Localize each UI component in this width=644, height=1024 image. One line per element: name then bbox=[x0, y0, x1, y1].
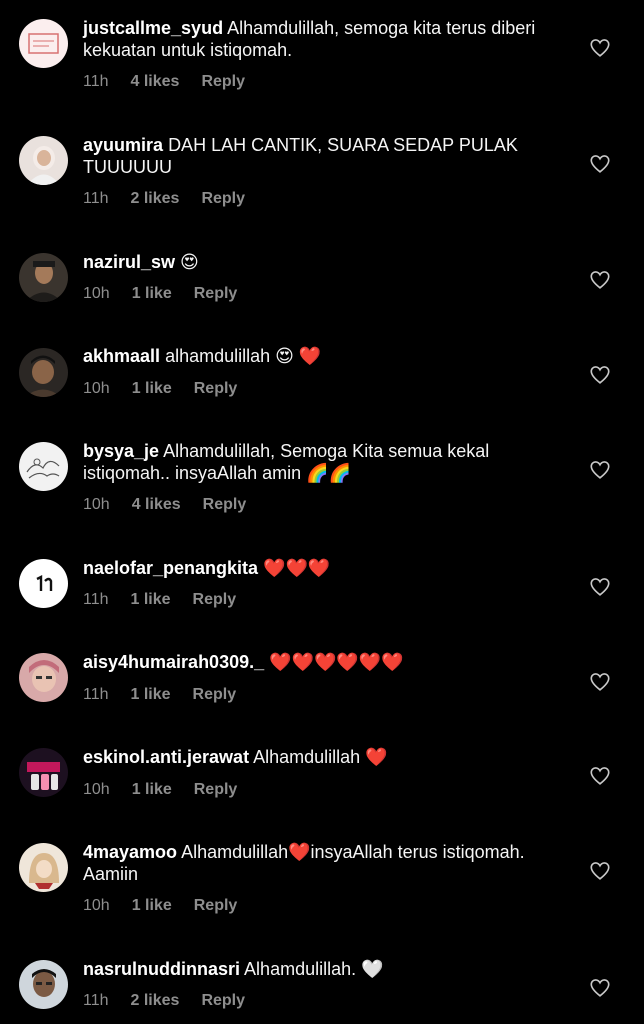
avatar[interactable] bbox=[19, 748, 68, 797]
likes-count[interactable]: 1 like bbox=[132, 897, 172, 914]
avatar[interactable] bbox=[19, 348, 68, 397]
comment-body: Alhamdulillah ❤️ bbox=[253, 747, 388, 767]
reply-button[interactable]: Reply bbox=[201, 992, 245, 1009]
comment-text: 4mayamoo Alhamdulillah❤️insyaAllah terus… bbox=[83, 841, 553, 885]
comment-meta: 11h 1 like Reply bbox=[83, 686, 258, 704]
comment-body: alhamdulillah 😍 ❤️ bbox=[165, 346, 322, 366]
comment-text: naelofar_penangkita ❤️❤️❤️ bbox=[83, 557, 553, 579]
likes-count[interactable]: 1 like bbox=[131, 591, 171, 608]
avatar[interactable] bbox=[19, 559, 68, 608]
comment-text: justcallme_syud Alhamdulillah, semoga ki… bbox=[83, 17, 553, 61]
reply-button[interactable]: Reply bbox=[201, 73, 245, 90]
likes-count[interactable]: 1 like bbox=[131, 686, 171, 703]
comment-time: 10h bbox=[83, 897, 110, 914]
comment-text: ayuumira DAH LAH CANTIK, SUARA SEDAP PUL… bbox=[83, 134, 553, 178]
comment-meta: 10h 4 likes Reply bbox=[83, 496, 268, 514]
like-heart-icon[interactable] bbox=[589, 765, 611, 787]
reply-button[interactable]: Reply bbox=[193, 591, 237, 608]
comment-time: 11h bbox=[83, 190, 109, 207]
username-link[interactable]: justcallme_syud bbox=[83, 18, 223, 38]
comment-text: akhmaall alhamdulillah 😍 ❤️ bbox=[83, 345, 553, 367]
likes-count[interactable]: 2 likes bbox=[131, 992, 180, 1009]
avatar[interactable] bbox=[19, 653, 68, 702]
comment-time: 10h bbox=[83, 285, 110, 302]
comment-time: 11h bbox=[83, 73, 109, 90]
comment-text: nazirul_sw 😍 bbox=[83, 251, 553, 273]
reply-button[interactable]: Reply bbox=[194, 897, 238, 914]
comment-meta: 10h 1 like Reply bbox=[83, 285, 259, 303]
username-link[interactable]: naelofar_penangkita bbox=[83, 558, 258, 578]
reply-button[interactable]: Reply bbox=[194, 781, 238, 798]
likes-count[interactable]: 1 like bbox=[132, 781, 172, 798]
comment-body: 😍 bbox=[180, 252, 199, 272]
likes-count[interactable]: 4 likes bbox=[131, 73, 180, 90]
reply-button[interactable]: Reply bbox=[194, 285, 238, 302]
comment-time: 10h bbox=[83, 781, 110, 798]
comment-time: 11h bbox=[83, 992, 109, 1009]
like-heart-icon[interactable] bbox=[589, 459, 611, 481]
comment-meta: 10h 1 like Reply bbox=[83, 380, 259, 398]
like-heart-icon[interactable] bbox=[589, 37, 611, 59]
avatar[interactable] bbox=[19, 19, 68, 68]
avatar[interactable] bbox=[19, 136, 68, 185]
avatar[interactable] bbox=[19, 843, 68, 892]
avatar[interactable] bbox=[19, 253, 68, 302]
comment-time: 10h bbox=[83, 380, 110, 397]
reply-button[interactable]: Reply bbox=[203, 496, 247, 513]
comment-body: ❤️❤️❤️ bbox=[263, 558, 331, 578]
username-link[interactable]: akhmaall bbox=[83, 346, 160, 366]
username-link[interactable]: eskinol.anti.jerawat bbox=[83, 747, 249, 767]
comment-body: ❤️❤️❤️❤️❤️❤️ bbox=[269, 652, 404, 672]
comment-text: nasrulnuddinnasri Alhamdulillah. 🤍 bbox=[83, 958, 553, 980]
comment-time: 11h bbox=[83, 591, 109, 608]
comment-text: bysya_je Alhamdulillah, Semoga Kita semu… bbox=[83, 440, 553, 484]
like-heart-icon[interactable] bbox=[589, 576, 611, 598]
username-link[interactable]: ayuumira bbox=[83, 135, 163, 155]
comment-meta: 10h 1 like Reply bbox=[83, 897, 259, 915]
username-link[interactable]: aisy4humairah0309._ bbox=[83, 652, 264, 672]
reply-button[interactable]: Reply bbox=[193, 686, 237, 703]
likes-count[interactable]: 1 like bbox=[132, 380, 172, 397]
like-heart-icon[interactable] bbox=[589, 153, 611, 175]
comment-meta: 11h 2 likes Reply bbox=[83, 992, 267, 1010]
comment-meta: 11h 2 likes Reply bbox=[83, 190, 267, 208]
comment-body: Alhamdulillah. 🤍 bbox=[244, 959, 384, 979]
likes-count[interactable]: 2 likes bbox=[131, 190, 180, 207]
comment-meta: 11h 4 likes Reply bbox=[83, 73, 267, 91]
comment-meta: 10h 1 like Reply bbox=[83, 781, 259, 799]
username-link[interactable]: 4mayamoo bbox=[83, 842, 177, 862]
username-link[interactable]: nazirul_sw bbox=[83, 252, 175, 272]
reply-button[interactable]: Reply bbox=[201, 190, 245, 207]
username-link[interactable]: bysya_je bbox=[83, 441, 159, 461]
comment-time: 11h bbox=[83, 686, 109, 703]
like-heart-icon[interactable] bbox=[589, 977, 611, 999]
like-heart-icon[interactable] bbox=[589, 364, 611, 386]
like-heart-icon[interactable] bbox=[589, 860, 611, 882]
comment-time: 10h bbox=[83, 496, 110, 513]
reply-button[interactable]: Reply bbox=[194, 380, 238, 397]
comment-meta: 11h 1 like Reply bbox=[83, 591, 258, 609]
username-link[interactable]: nasrulnuddinnasri bbox=[83, 959, 240, 979]
comment-text: aisy4humairah0309._ ❤️❤️❤️❤️❤️❤️ bbox=[83, 651, 553, 673]
avatar[interactable] bbox=[19, 442, 68, 491]
like-heart-icon[interactable] bbox=[589, 269, 611, 291]
likes-count[interactable]: 4 likes bbox=[132, 496, 181, 513]
avatar[interactable] bbox=[19, 960, 68, 1009]
like-heart-icon[interactable] bbox=[589, 671, 611, 693]
comment-text: eskinol.anti.jerawat Alhamdulillah ❤️ bbox=[83, 746, 553, 768]
likes-count[interactable]: 1 like bbox=[132, 285, 172, 302]
